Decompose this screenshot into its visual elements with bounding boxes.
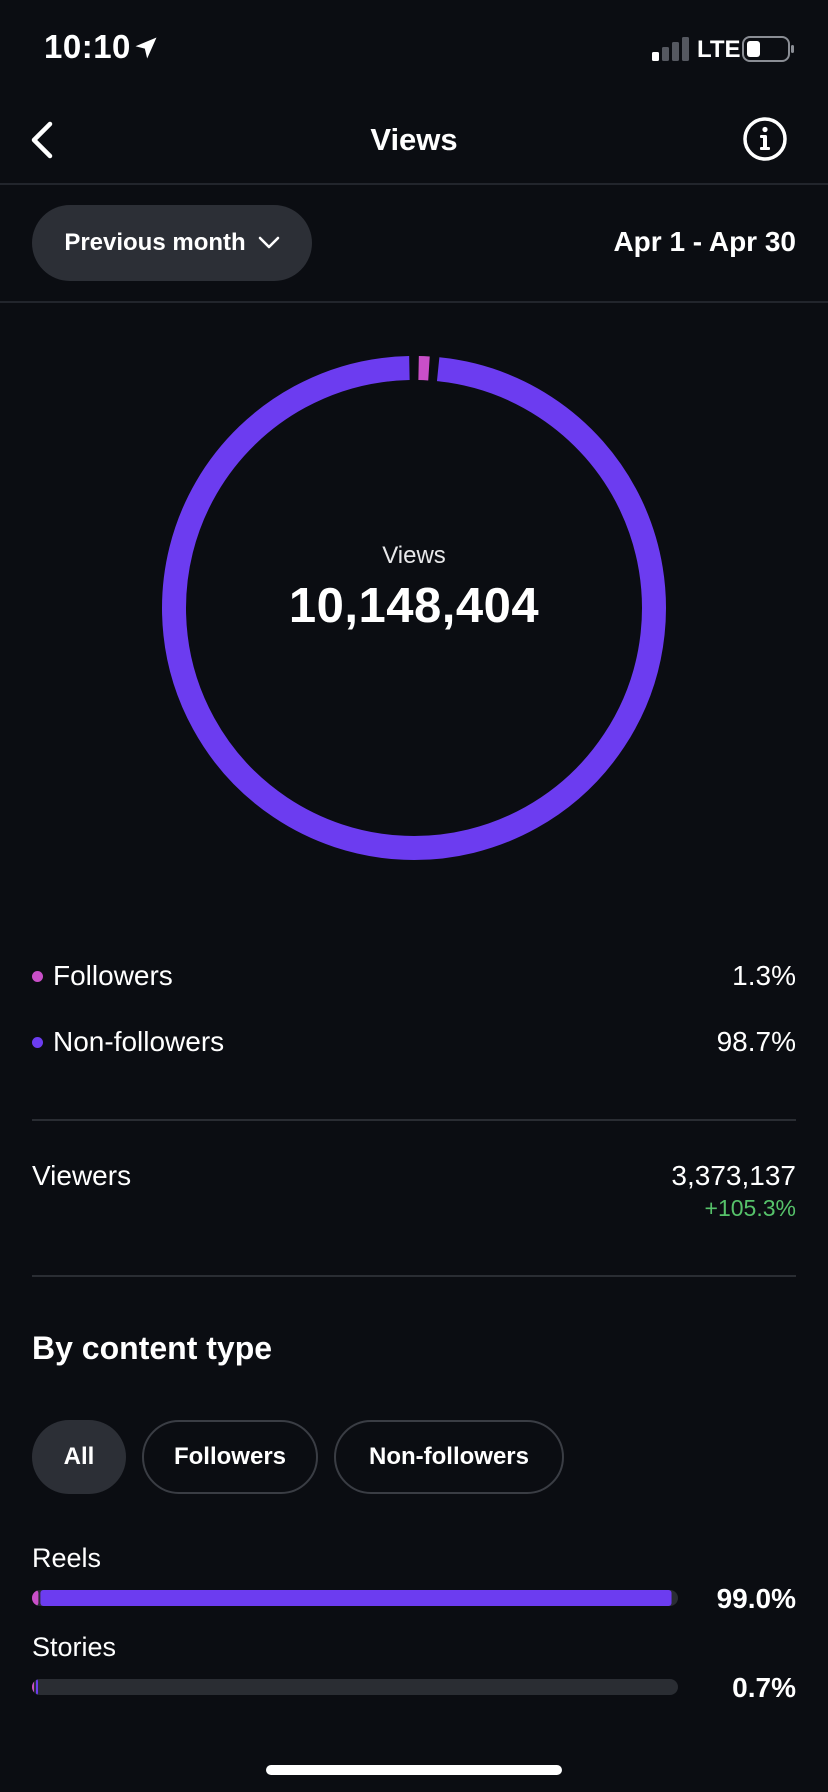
viewers-change: +105.3% [704,1195,796,1221]
followers-dot [32,970,43,982]
legend-item-followers: Followers 1.3% [32,956,796,996]
donut-center-label: Views [382,542,446,569]
period-dropdown[interactable]: Previous month [32,205,312,281]
content-type-label-reels: Reels [32,1543,102,1573]
info-icon [743,117,787,161]
stories-followers-fill [32,1679,34,1695]
status-time: 10:10 [44,28,131,65]
home-indicator [266,1765,562,1775]
legend-value-non-followers: 98.7% [716,1026,796,1057]
chevron-down-icon [258,236,279,249]
content-type-pct-stories: 0.7% [732,1672,796,1703]
filter-chip-non-followers[interactable]: Non-followers [334,1420,564,1494]
section-divider [32,1119,796,1121]
period-dropdown-label: Previous month [64,229,246,256]
reels-followers-fill [32,1590,39,1606]
legend-value-followers: 1.3% [732,960,796,991]
content-type-label-stories: Stories [32,1632,117,1662]
reels-non-followers-fill [40,1590,672,1606]
page-title: Views [370,122,458,157]
content-type-bar-reels [32,1590,678,1606]
legend-label-non-followers: Non-followers [53,1026,225,1057]
reels-bar-fill [32,1590,672,1606]
location-arrow-icon [135,37,157,59]
views-total: 10,148,404 [288,579,540,633]
header-divider [0,183,828,185]
filter-chip-all[interactable]: All [32,1420,126,1494]
viewers-value: 3,373,137 [671,1160,796,1191]
stories-bar-fill [32,1679,38,1695]
network-type: LTE [697,36,741,63]
battery-icon [742,36,794,62]
stories-non-followers-fill [36,1679,38,1695]
legend-label-followers: Followers [53,960,173,991]
content-type-bar-stories [32,1679,678,1695]
section-divider [32,1275,796,1277]
legend-item-non-followers: Non-followers 98.7% [32,1022,796,1062]
cellular-signal-icon [652,37,689,61]
non-followers-dot [32,1036,43,1048]
info-button[interactable] [742,116,788,162]
content-type-title: By content type [32,1330,273,1366]
content-type-pct-reels: 99.0% [716,1583,796,1614]
viewers-label: Viewers [32,1160,132,1191]
date-range: Apr 1 - Apr 30 [613,226,796,257]
period-divider [0,301,828,303]
filter-chip-followers[interactable]: Followers [142,1420,318,1494]
